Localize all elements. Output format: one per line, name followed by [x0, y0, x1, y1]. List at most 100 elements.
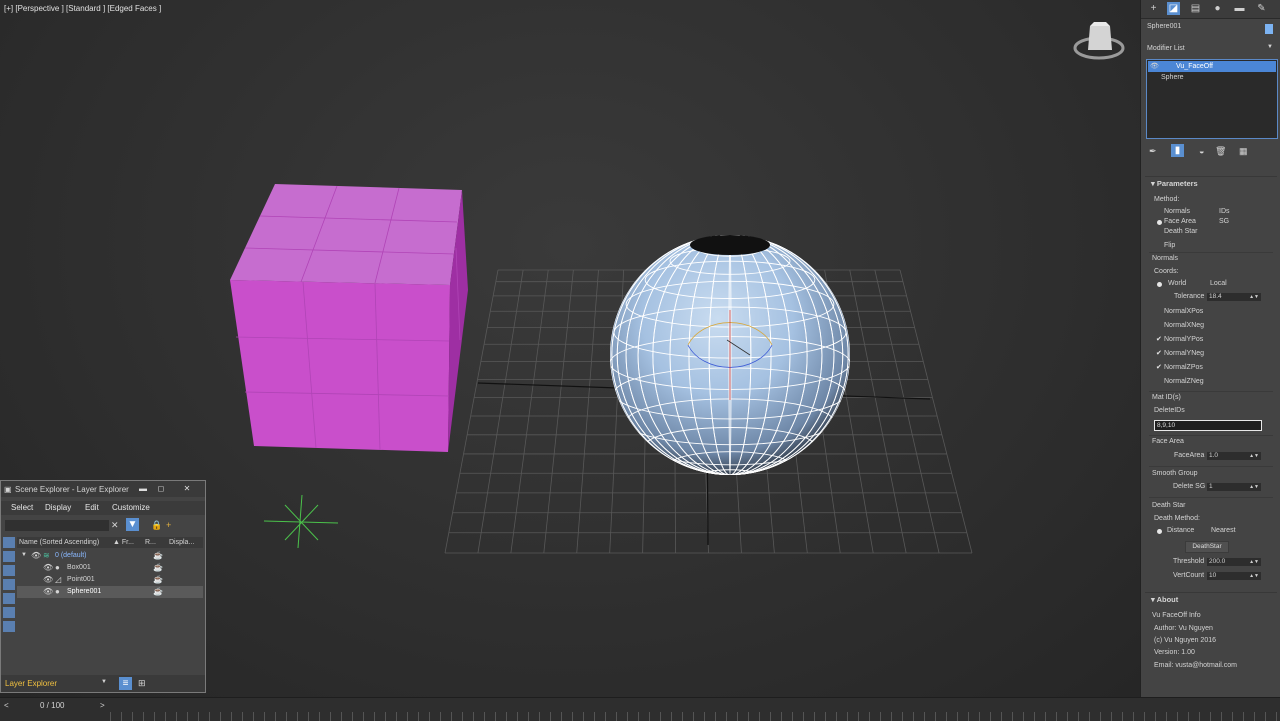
next-frame-button[interactable]: >	[100, 701, 105, 710]
table-row[interactable]: 👁 ● Box001 ☕	[17, 562, 203, 574]
teapot-icon[interactable]: ☕	[153, 587, 163, 596]
table-row[interactable]: 👁 ● Sphere001 ☕	[17, 586, 203, 598]
close-button[interactable]: ✕	[181, 483, 193, 494]
column-renderable[interactable]: R...	[145, 539, 156, 546]
filter-geometry-icon[interactable]	[3, 537, 15, 548]
method-sg[interactable]: SG	[1219, 218, 1229, 225]
maximize-button[interactable]: ◻	[155, 483, 167, 494]
column-frozen[interactable]: ▲ Fr...	[113, 539, 134, 546]
filter-icon[interactable]: ▼	[126, 518, 139, 531]
filter-spacewarps-icon[interactable]	[3, 607, 15, 618]
chevron-down-icon[interactable]: ▼	[1267, 44, 1273, 50]
tolerance-spinner[interactable]: 18.4 ▲▼	[1207, 293, 1261, 301]
normal-checkbox-label[interactable]: NormalYNeg	[1164, 350, 1204, 357]
vertcount-spinner[interactable]: 10 ▲▼	[1207, 572, 1261, 580]
add-layer-icon[interactable]: +	[166, 520, 171, 530]
coords-world-radio[interactable]	[1157, 282, 1162, 287]
modifier-stack[interactable]: 👁 Vu_FaceOff Sphere	[1146, 59, 1278, 139]
object-name-field[interactable]: Sphere001	[1147, 23, 1257, 34]
death-distance-radio[interactable]	[1157, 529, 1162, 534]
show-end-result-icon[interactable]: ▮	[1171, 144, 1184, 157]
delete-sg-spinner[interactable]: 1 ▲▼	[1207, 483, 1261, 491]
utilities-tab-icon[interactable]: ✎	[1255, 2, 1268, 15]
filter-cameras-icon[interactable]	[3, 579, 15, 590]
explorer-mode-dropdown[interactable]: Layer Explorer	[5, 679, 57, 688]
teapot-icon[interactable]: ☕	[153, 575, 163, 584]
make-unique-icon[interactable]: ◒	[1199, 146, 1204, 156]
clear-icon[interactable]: ✕	[111, 520, 119, 531]
normal-checkbox-label[interactable]: NormalYPos	[1164, 336, 1203, 343]
deathstar-button[interactable]: DeathStar	[1185, 541, 1229, 553]
chevron-down-icon[interactable]: ▼	[21, 552, 27, 558]
parameters-rollout-title[interactable]: ▾ Parameters	[1151, 179, 1198, 188]
scene-explorer-titlebar[interactable]: ▣ Scene Explorer - Layer Explorer ▬ ◻ ✕	[1, 481, 205, 497]
divider	[1149, 435, 1273, 436]
teapot-icon[interactable]: ☕	[153, 551, 163, 560]
sort-by-layer-icon[interactable]: ≡	[119, 677, 132, 690]
sort-by-hierarchy-icon[interactable]: ⊞	[138, 678, 146, 689]
modifier-stack-item-sphere[interactable]: Sphere	[1161, 74, 1184, 81]
filter-bones-icon[interactable]	[3, 621, 15, 632]
table-row[interactable]: 👁 ◿ Point001 ☕	[17, 574, 203, 586]
teapot-icon[interactable]: ☕	[153, 563, 163, 572]
grid-line	[576, 269, 599, 554]
motion-tab-icon[interactable]: ●	[1211, 2, 1224, 15]
flip-checkbox[interactable]: Flip	[1164, 242, 1175, 249]
death-nearest[interactable]: Nearest	[1211, 527, 1236, 534]
divider	[1149, 252, 1273, 253]
filter-lights-icon[interactable]	[3, 565, 15, 576]
menu-edit[interactable]: Edit	[85, 503, 99, 512]
scene-explorer-toolbar: ✕ ▼ 🔒 +	[3, 517, 203, 533]
minimize-button[interactable]: ▬	[137, 483, 149, 494]
about-rollout-title[interactable]: ▾ About	[1151, 595, 1178, 604]
create-tab-icon[interactable]: +	[1147, 2, 1160, 15]
method-normals[interactable]: Normals	[1164, 208, 1190, 215]
object-color-swatch[interactable]	[1265, 24, 1273, 34]
normal-checkbox-label[interactable]: NormalXPos	[1164, 308, 1203, 315]
eye-icon[interactable]: 👁	[31, 551, 41, 560]
column-display[interactable]: Displa...	[169, 539, 194, 546]
method-face-area-radio[interactable]	[1157, 220, 1162, 225]
checkmark-icon[interactable]: ✔	[1156, 363, 1162, 371]
normal-checkbox-label[interactable]: NormalZNeg	[1164, 378, 1204, 385]
normal-checkbox-label[interactable]: NormalXNeg	[1164, 322, 1204, 329]
column-name[interactable]: Name (Sorted Ascending)	[19, 539, 99, 546]
pin-stack-icon[interactable]: ✒	[1149, 146, 1157, 157]
eye-icon[interactable]: 👁	[1150, 62, 1159, 70]
delete-ids-input[interactable]: 8,9,10	[1154, 420, 1262, 431]
eye-icon[interactable]: 👁	[43, 563, 53, 572]
search-input[interactable]	[5, 520, 109, 531]
threshold-spinner[interactable]: 200.0 ▲▼	[1207, 558, 1261, 566]
modify-tab-icon[interactable]: ◪	[1167, 2, 1180, 15]
method-ids[interactable]: IDs	[1219, 208, 1230, 215]
checkmark-icon[interactable]: ✔	[1156, 335, 1162, 343]
normals-group-label: Normals	[1152, 255, 1179, 262]
modifier-list-dropdown[interactable]: Modifier List	[1147, 45, 1185, 52]
face-area-spinner[interactable]: 1.0 ▲▼	[1207, 452, 1261, 460]
method-death-star[interactable]: Death Star	[1164, 228, 1197, 235]
frame-counter[interactable]: 0 / 100	[40, 701, 64, 710]
coords-world[interactable]: World	[1168, 280, 1186, 287]
menu-select[interactable]: Select	[11, 503, 33, 512]
lock-icon[interactable]: 🔒	[151, 520, 162, 531]
coords-local[interactable]: Local	[1210, 280, 1227, 287]
chevron-down-icon[interactable]: ▼	[101, 679, 107, 685]
eye-icon[interactable]: 👁	[43, 587, 53, 596]
filter-shapes-icon[interactable]	[3, 551, 15, 562]
hierarchy-tab-icon[interactable]: ▤	[1189, 2, 1202, 15]
remove-modifier-icon[interactable]: 🗑	[1215, 146, 1226, 157]
table-row[interactable]: ▼ 👁 ≋ 0 (default) ☕	[17, 550, 203, 562]
prev-frame-button[interactable]: <	[4, 701, 9, 710]
eye-icon[interactable]: 👁	[43, 575, 53, 584]
menu-customize[interactable]: Customize	[112, 503, 150, 512]
display-tab-icon[interactable]: ▬	[1233, 2, 1246, 15]
time-slider[interactable]: < 0 / 100 >	[0, 697, 1280, 721]
method-face-area[interactable]: Face Area	[1164, 218, 1196, 225]
configure-sets-icon[interactable]: ▦	[1239, 146, 1248, 157]
normal-checkbox-label[interactable]: NormalZPos	[1164, 364, 1203, 371]
menu-display[interactable]: Display	[45, 503, 71, 512]
filter-helpers-icon[interactable]	[3, 593, 15, 604]
modifier-stack-item-vu-faceoff[interactable]: 👁 Vu_FaceOff	[1148, 61, 1276, 72]
death-distance[interactable]: Distance	[1167, 527, 1194, 534]
checkmark-icon[interactable]: ✔	[1156, 349, 1162, 357]
